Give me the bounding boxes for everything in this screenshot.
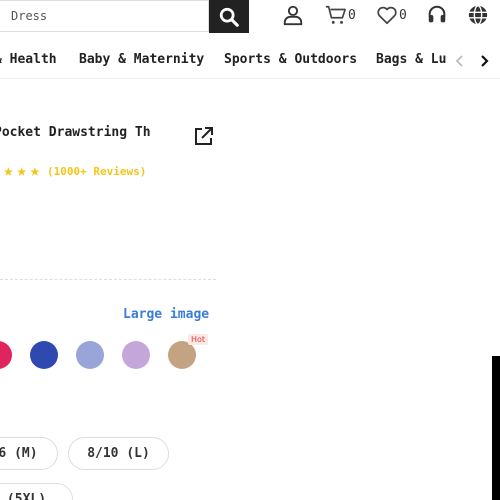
color-swatch[interactable] — [122, 341, 150, 369]
nav-prev-button[interactable] — [450, 51, 470, 71]
category-nav: & Health Baby & Maternity Sports & Outdo… — [0, 43, 500, 79]
size-option[interactable]: (5XL) — [0, 483, 73, 500]
color-swatch[interactable] — [76, 341, 104, 369]
divider — [0, 279, 216, 280]
language-button[interactable] — [467, 2, 489, 28]
chevron-right-icon — [481, 55, 489, 67]
globe-icon — [468, 5, 488, 25]
color-swatch[interactable] — [0, 341, 12, 369]
category-item[interactable]: Bags & Lu — [376, 52, 446, 67]
edge-overlay — [492, 356, 500, 500]
color-swatch[interactable] — [30, 341, 58, 369]
cart-count: 0 — [348, 7, 356, 23]
search-icon — [219, 7, 239, 27]
search-button[interactable] — [209, 0, 249, 33]
support-button[interactable] — [426, 2, 448, 28]
cart-button[interactable]: 0 — [325, 2, 356, 28]
star-icon: ★ — [30, 163, 40, 180]
wishlist-button[interactable]: 0 — [376, 2, 407, 28]
chevron-left-icon — [455, 55, 463, 67]
product-title: Pocket Drawstring Th — [0, 125, 151, 140]
account-button[interactable] — [282, 2, 304, 28]
star-icon: ★ — [17, 163, 27, 180]
rating[interactable]: ★ ★ ★ ★ (1000+ Reviews) — [0, 163, 146, 180]
size-option[interactable]: 8/10 (L) — [68, 437, 169, 470]
category-item[interactable]: Sports & Outdoors — [224, 52, 357, 67]
search-input[interactable] — [0, 0, 209, 32]
large-image-link[interactable]: Large image — [123, 307, 209, 322]
share-button[interactable] — [193, 126, 214, 151]
category-item[interactable]: & Health — [0, 52, 57, 67]
star-icon: ★ — [3, 163, 13, 180]
cart-icon — [325, 5, 346, 24]
category-item[interactable]: Baby & Maternity — [79, 52, 204, 67]
reviews-link[interactable]: (1000+ Reviews) — [47, 165, 146, 178]
hot-badge: Hot — [188, 334, 209, 345]
wishlist-count: 0 — [399, 7, 407, 23]
header: 0 0 — [0, 0, 500, 33]
nav-next-button[interactable] — [474, 51, 494, 71]
heart-icon — [377, 6, 397, 25]
user-icon — [283, 5, 303, 26]
headset-icon — [428, 5, 446, 23]
color-swatch[interactable] — [168, 341, 196, 369]
size-option[interactable]: 6 (M) — [0, 437, 58, 470]
share-icon — [195, 127, 213, 145]
